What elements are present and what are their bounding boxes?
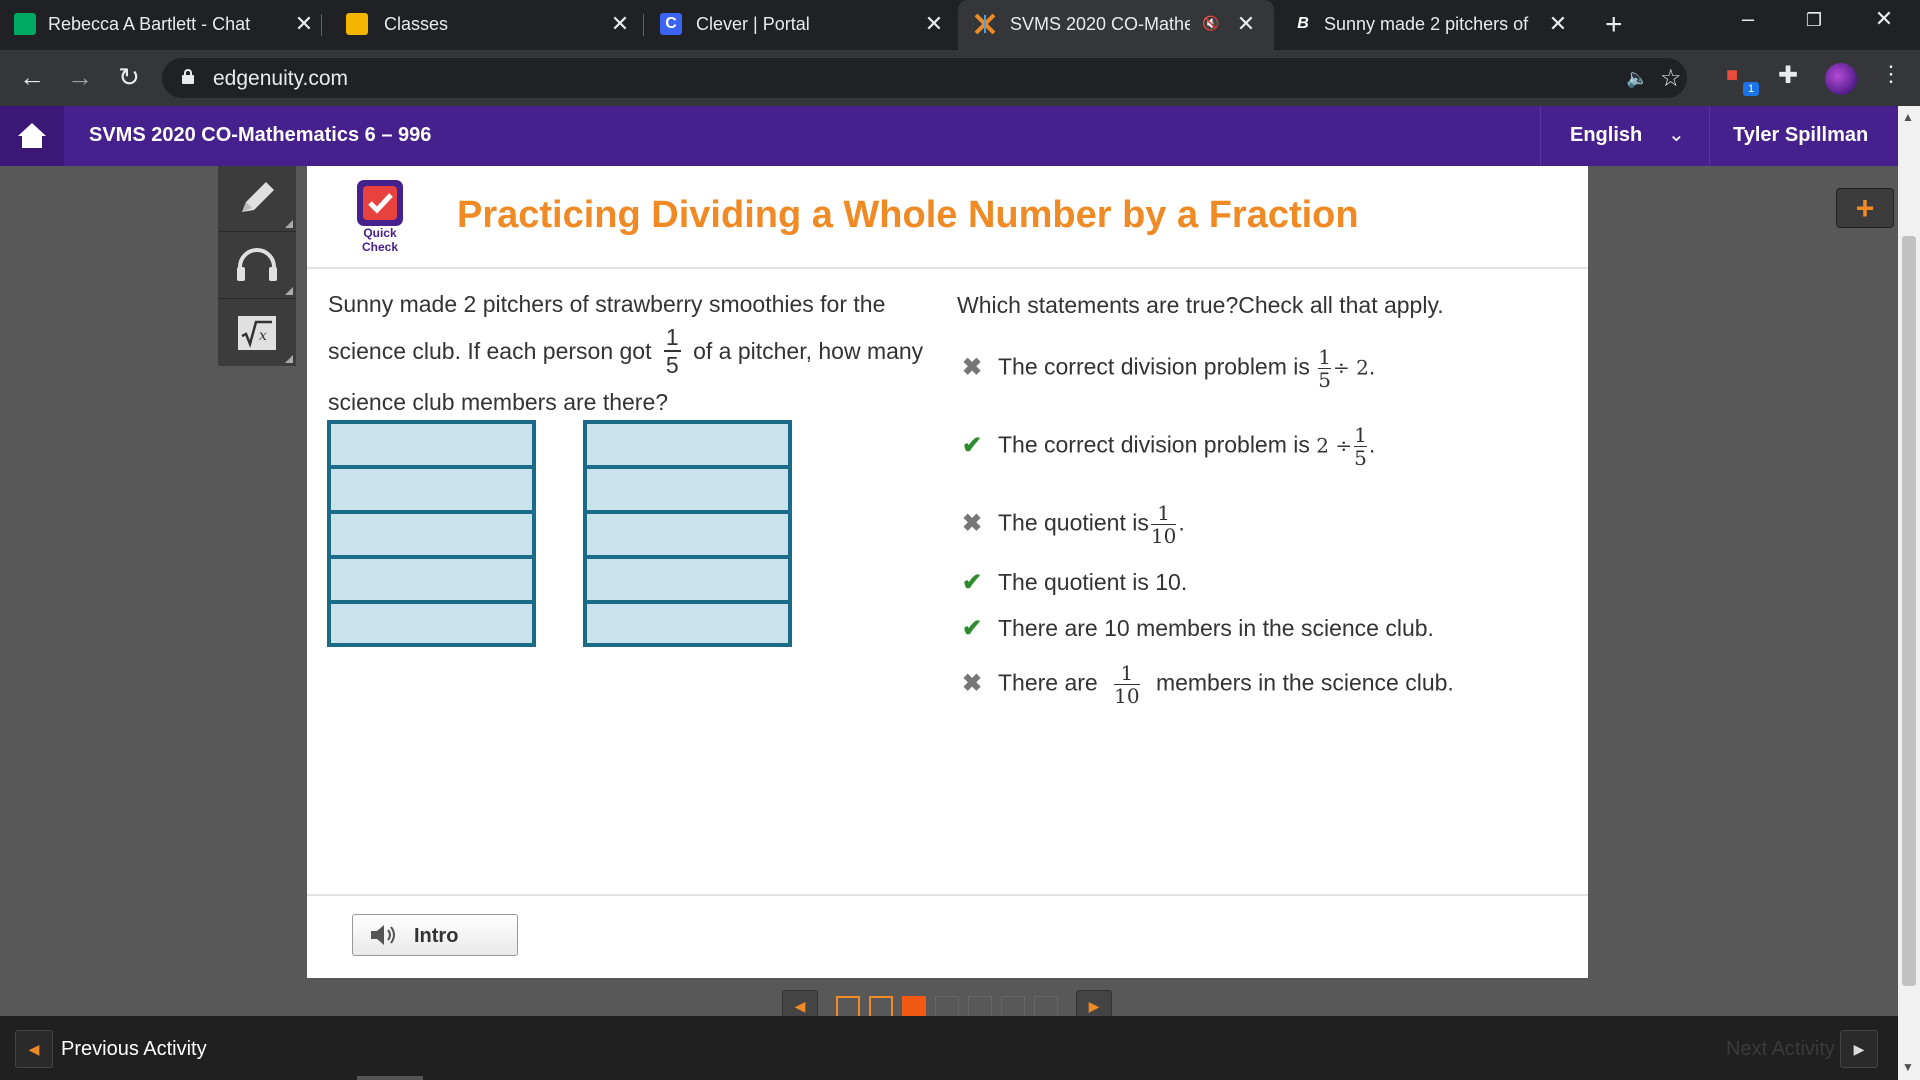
extension-icon[interactable]: ■ — [1726, 64, 1738, 87]
answer-option[interactable]: ✖ There are 1 10 members in the science c… — [962, 662, 1454, 707]
answer-option[interactable]: ✔ The quotient is 10. — [962, 568, 1187, 597]
progress-indicator — [357, 1076, 423, 1080]
extensions-puzzle-icon[interactable]: ✚ — [1778, 61, 1798, 90]
incorrect-mark-icon: ✖ — [962, 669, 983, 697]
user-name[interactable]: Tyler Spillman — [1733, 124, 1868, 147]
classroom-icon — [346, 13, 368, 35]
close-tab-icon[interactable]: ✕ — [1546, 11, 1570, 37]
home-icon — [18, 123, 46, 148]
activity-footer: Intro — [307, 894, 1588, 978]
browser-menu-icon[interactable]: ⋮ — [1880, 61, 1902, 87]
question-text: Sunny made 2 pitchers of strawberry smoo… — [328, 282, 928, 424]
activity-navigation-bar: ◀ Previous Activity Next Activity ▶ — [0, 1016, 1898, 1080]
address-bar[interactable]: edgenuity.com 🔈 ☆ — [162, 58, 1687, 98]
brainly-icon: B — [1297, 15, 1309, 32]
url-text[interactable]: edgenuity.com — [213, 67, 348, 91]
question-fraction: 1 5 — [663, 324, 681, 378]
site-muted-icon[interactable]: 🔈 — [1626, 68, 1648, 89]
tab-title: SVMS 2020 CO-Mather — [1010, 14, 1190, 34]
reload-icon[interactable]: ↻ — [113, 62, 145, 93]
restore-icon[interactable]: ❐ — [1791, 10, 1837, 31]
forward-icon[interactable]: → — [64, 62, 96, 93]
correct-check-icon: ✔ — [962, 615, 983, 642]
tab-title: Clever | Portal — [696, 14, 810, 34]
correct-check-icon: ✔ — [962, 431, 983, 459]
profile-avatar[interactable] — [1825, 63, 1857, 95]
quick-check-icon — [357, 180, 403, 226]
answer-option[interactable]: ✔ The correct division problem is 2 ÷ 1 5. — [962, 424, 1375, 469]
previous-activity-label[interactable]: Previous Activity — [61, 1038, 207, 1061]
tab-title: Rebecca A Bartlett - Chat — [48, 14, 251, 34]
answer-option[interactable]: ✔ There are 10 members in the science cl… — [962, 614, 1434, 643]
previous-activity-button[interactable]: ◀ — [15, 1030, 53, 1068]
chevron-down-icon: ⌄ — [1668, 124, 1685, 146]
tab-clever[interactable]: C Clever | Portal ✕ — [644, 0, 956, 50]
language-selector[interactable]: English ⌄ — [1540, 106, 1710, 166]
answer-option[interactable]: ✖ The correct division problem is 1 5 ÷ 2. — [962, 346, 1375, 391]
minimize-icon[interactable]: – — [1725, 6, 1771, 32]
fraction: 1 10 — [1114, 661, 1140, 708]
close-tab-icon[interactable]: ✕ — [922, 11, 946, 37]
scroll-down-icon[interactable]: ▼ — [1902, 1060, 1914, 1074]
fraction: 15 — [1318, 345, 1332, 392]
tools-panel: x — [218, 166, 296, 366]
close-window-icon[interactable]: ✕ — [1861, 6, 1907, 32]
chat-icon — [14, 13, 36, 35]
course-title: SVMS 2020 CO-Mathematics 6 – 996 — [89, 124, 432, 146]
tab-title: Sunny made 2 pitchers of s — [1324, 14, 1532, 34]
browser-toolbar: ← → ↻ edgenuity.com 🔈 ☆ ■ 1 ✚ ⋮ — [0, 50, 1920, 106]
fraction: 1 10 — [1150, 501, 1177, 548]
quick-check-label: Quick Check — [361, 226, 399, 254]
close-tab-icon[interactable]: ✕ — [292, 11, 316, 37]
next-activity-button[interactable]: ▶ — [1840, 1030, 1878, 1068]
pitcher-model-2 — [583, 420, 792, 647]
extension-badge: 1 — [1743, 82, 1759, 96]
highlighter-tool[interactable] — [218, 166, 296, 232]
scroll-up-icon[interactable]: ▲ — [1902, 110, 1914, 124]
back-icon[interactable]: ← — [16, 62, 48, 93]
close-tab-icon[interactable]: ✕ — [608, 11, 632, 37]
lock-icon — [182, 69, 194, 84]
scroll-thumb[interactable] — [1902, 236, 1916, 986]
incorrect-mark-icon: ✖ — [962, 353, 983, 381]
home-button[interactable] — [0, 106, 64, 166]
clever-icon: C — [660, 13, 682, 35]
tab-edgenuity[interactable]: SVMS 2020 CO-Mather 🔇 ✕ — [958, 0, 1274, 50]
lesson-title: Practicing Dividing a Whole Number by a … — [457, 194, 1359, 236]
calculator-tool[interactable]: x — [218, 300, 296, 366]
bookmark-star-icon[interactable]: ☆ — [1660, 64, 1682, 93]
intro-button[interactable]: Intro — [352, 914, 518, 956]
close-tab-icon[interactable]: ✕ — [1234, 11, 1258, 37]
fraction: 15 — [1354, 423, 1367, 470]
next-activity-label: Next Activity — [1726, 1038, 1835, 1060]
browser-tab-strip: Rebecca A Bartlett - Chat ✕ Classes ✕ C … — [0, 0, 1920, 50]
tab-chat[interactable]: Rebecca A Bartlett - Chat ✕ — [0, 0, 320, 50]
activity-header: Quick Check Practicing Dividing a Whole … — [307, 166, 1588, 269]
course-header-bar: SVMS 2020 CO-Mathematics 6 – 996 English… — [0, 106, 1898, 166]
correct-check-icon: ✔ — [962, 569, 983, 596]
speaker-icon — [371, 925, 395, 945]
new-tab-icon[interactable]: + — [1605, 8, 1623, 42]
tab-title: Classes — [384, 14, 449, 34]
muted-audio-icon[interactable]: 🔇 — [1202, 15, 1220, 33]
incorrect-mark-icon: ✖ — [962, 509, 983, 537]
pitcher-model-1 — [327, 420, 536, 647]
tab-brainly[interactable]: B Sunny made 2 pitchers of s ✕ — [1276, 0, 1586, 50]
tab-classes[interactable]: Classes ✕ — [322, 0, 642, 50]
svg-text:x: x — [259, 328, 267, 344]
activity-card: Quick Check Practicing Dividing a Whole … — [307, 166, 1588, 978]
read-aloud-tool[interactable] — [218, 233, 296, 299]
edgenuity-icon — [974, 13, 996, 35]
intro-label: Intro — [414, 925, 459, 947]
answer-option[interactable]: ✖ The quotient is 1 10. — [962, 502, 1185, 547]
page-scrollbar[interactable]: ▲ ▼ — [1898, 106, 1920, 1080]
add-tools-button[interactable]: + — [1836, 188, 1894, 228]
answer-prompt: Which statements are true?Check all that… — [957, 292, 1444, 318]
language-label: English — [1570, 124, 1643, 146]
